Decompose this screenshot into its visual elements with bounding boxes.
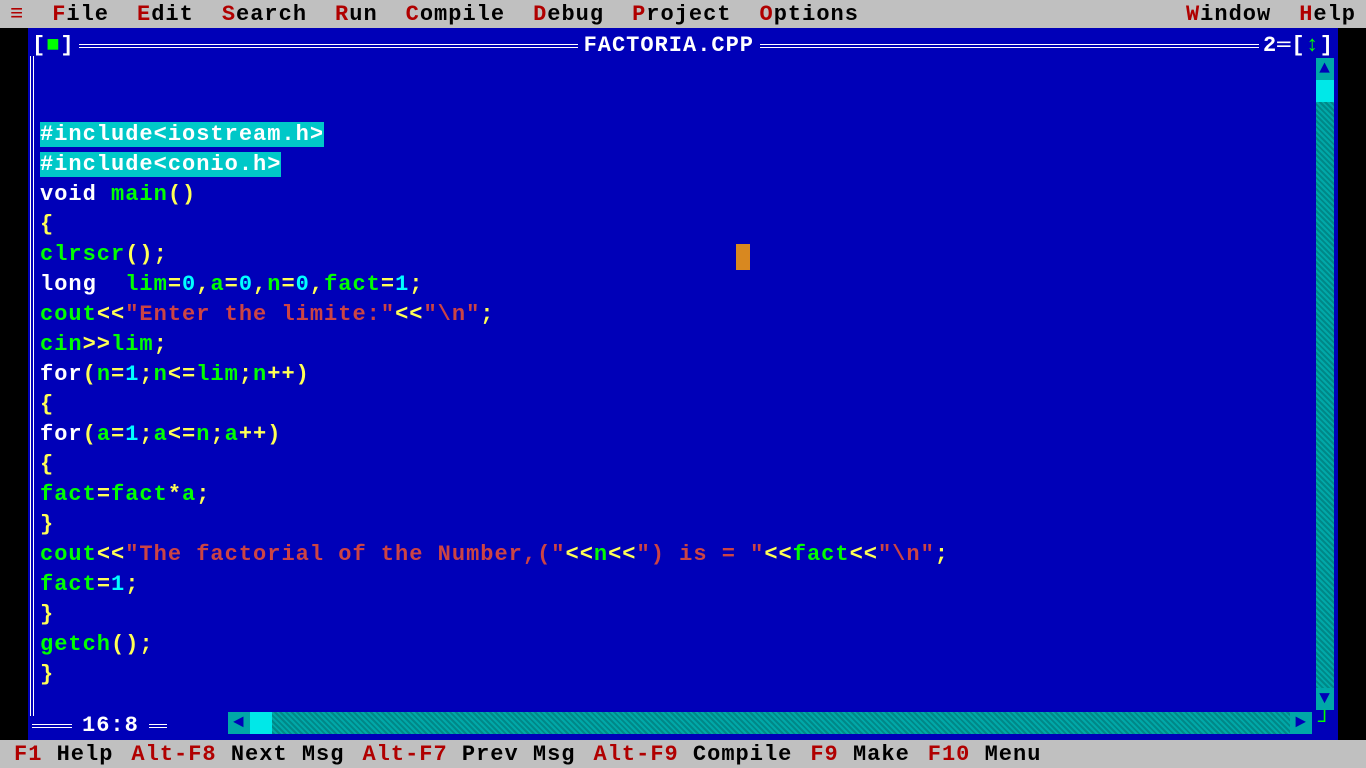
menu-indow[interactable]: Window <box>1186 2 1271 27</box>
menu-earch[interactable]: Search <box>222 2 307 27</box>
code-line[interactable]: for(a=1;a<=n;a++) <box>40 420 1312 450</box>
menu-ptions[interactable]: Options <box>760 2 859 27</box>
code-line[interactable]: cout<<"Enter the limite:"<<"\n"; <box>40 300 1312 330</box>
code-line[interactable]: #include<iostream.h> <box>40 120 1312 150</box>
scroll-down-icon[interactable]: ▼ <box>1316 688 1334 710</box>
code-line[interactable]: fact=fact*a; <box>40 480 1312 510</box>
code-line[interactable]: cin>>lim; <box>40 330 1312 360</box>
code-line[interactable]: fact=1; <box>40 570 1312 600</box>
code-line[interactable]: cout<<"The factorial of the Number,("<<n… <box>40 540 1312 570</box>
code-line[interactable]: { <box>40 210 1312 240</box>
menu-dit[interactable]: Edit <box>137 2 194 27</box>
text-cursor <box>736 244 750 270</box>
menu-ile[interactable]: File <box>52 2 109 27</box>
code-line[interactable]: { <box>40 450 1312 480</box>
menu-ompile[interactable]: Compile <box>406 2 505 27</box>
code-line[interactable]: for(n=1;n<=lim;n++) <box>40 360 1312 390</box>
code-line[interactable]: getch(); <box>40 630 1312 660</box>
editor-window: [■] FACTORIA.CPP 2═[↕] #include<iostream… <box>28 28 1338 740</box>
scrollbar-thumb[interactable] <box>1316 80 1334 102</box>
scroll-right-icon[interactable]: ► <box>1290 712 1312 734</box>
code-line[interactable]: clrscr(); <box>40 240 1312 270</box>
code-line[interactable]: } <box>40 660 1312 690</box>
code-line[interactable]: } <box>40 600 1312 630</box>
code-editor[interactable]: #include<iostream.h>#include<conio.h>voi… <box>40 60 1312 708</box>
window-zoom-button[interactable]: 2═[↕] <box>1259 33 1338 58</box>
menu-bar: ≡ File Edit Search Run Compile Debug Pro… <box>0 0 1366 28</box>
scrollbar-track[interactable] <box>1316 80 1334 688</box>
cursor-position: 16:8 <box>72 713 149 738</box>
resize-corner-icon[interactable]: ┘ <box>1316 712 1334 734</box>
menu-elp[interactable]: Help <box>1299 2 1356 27</box>
window-border-left <box>28 56 36 716</box>
horizontal-scrollbar[interactable]: ◄ ► <box>228 712 1312 734</box>
window-close-button[interactable]: [■] <box>28 33 79 58</box>
scroll-up-icon[interactable]: ▲ <box>1316 58 1334 80</box>
code-line[interactable]: long lim=0,a=0,n=0,fact=1; <box>40 270 1312 300</box>
window-title: FACTORIA.CPP <box>578 33 760 58</box>
code-line[interactable]: { <box>40 390 1312 420</box>
scroll-left-icon[interactable]: ◄ <box>228 712 250 734</box>
window-title-bar: [■] FACTORIA.CPP 2═[↕] <box>28 32 1338 58</box>
menu-un[interactable]: Run <box>335 2 378 27</box>
menu-roject[interactable]: Project <box>632 2 731 27</box>
vertical-scrollbar[interactable]: ▲ ▼ <box>1316 58 1334 710</box>
code-line[interactable]: } <box>40 510 1312 540</box>
scrollbar-thumb[interactable] <box>250 712 272 734</box>
system-menu-icon[interactable]: ≡ <box>10 2 24 27</box>
code-line[interactable]: void main() <box>40 180 1312 210</box>
menu-ebug[interactable]: Debug <box>533 2 604 27</box>
code-line[interactable]: #include<conio.h> <box>40 150 1312 180</box>
scrollbar-track[interactable] <box>250 712 1290 734</box>
